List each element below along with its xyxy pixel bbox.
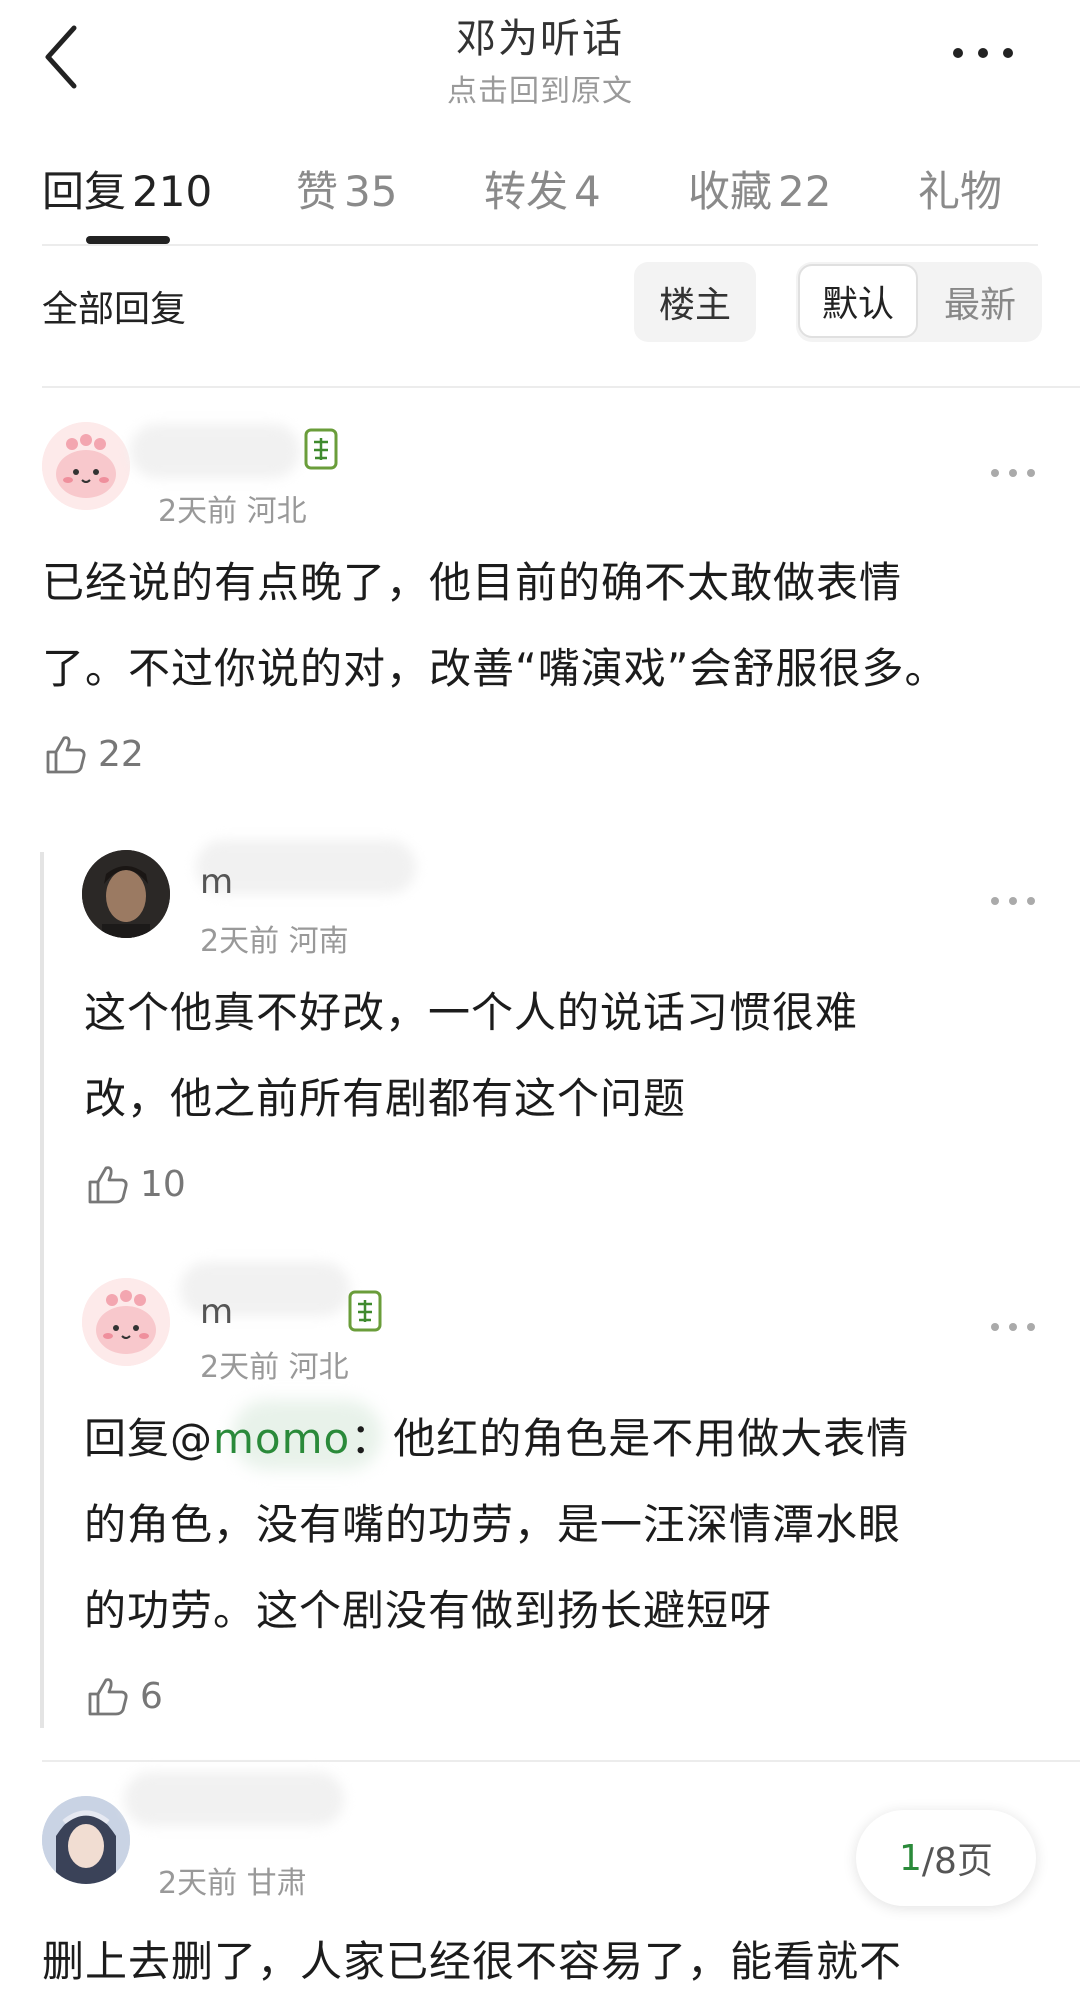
comment-meta: 2天前 河南 xyxy=(200,924,349,959)
page-indicator[interactable]: 1/8页 xyxy=(856,1810,1036,1906)
comment-more-icon[interactable] xyxy=(988,894,1038,908)
mahjong-fa-badge-icon xyxy=(304,428,338,470)
tab-reposts[interactable]: 转发 4 xyxy=(484,158,601,219)
comment-text: 回复@momo：他红的角色是不用做大表情 的角色，没有嘴的功劳，是一汪深情潭水眼… xyxy=(84,1414,910,1635)
comment-text: 删上去删了，人家已经很不容易了，能看就不 xyxy=(42,1937,903,1986)
portrait-avatar-icon xyxy=(82,850,170,938)
comment-more-icon[interactable] xyxy=(988,466,1038,480)
thumbs-up-icon xyxy=(88,1166,128,1204)
tab-gifts[interactable]: 礼物 xyxy=(918,158,1002,219)
active-tab-indicator xyxy=(86,236,170,244)
comment-meta: 2天前 河北 xyxy=(158,494,307,529)
avatar[interactable] xyxy=(82,850,170,938)
tab-replies[interactable]: 回复 210 xyxy=(42,158,212,219)
thumbs-up-icon xyxy=(88,1678,128,1716)
divider xyxy=(42,386,1080,388)
like-button[interactable]: 22 xyxy=(44,730,144,778)
avatar[interactable] xyxy=(82,1278,170,1366)
reply-thread-bar xyxy=(40,852,44,1728)
tab-bar: 回复 210 赞 35 转发 4 收藏 22 礼物 xyxy=(42,158,1038,222)
username-redacted[interactable] xyxy=(124,1772,344,1826)
username-fragment: m xyxy=(200,862,234,902)
like-button[interactable]: 6 xyxy=(86,1672,163,1720)
mahjong-fa-badge-icon xyxy=(348,1290,382,1332)
sort-latest-button[interactable]: 最新 xyxy=(918,262,1042,342)
owner-only-button[interactable]: 楼主 xyxy=(634,262,756,342)
avatar[interactable] xyxy=(42,1796,130,1884)
portrait-avatar-icon xyxy=(42,1796,130,1884)
all-replies-label: 全部回复 xyxy=(42,289,187,330)
back-to-post-link[interactable]: 点击回到原文 xyxy=(0,66,1080,110)
thumbs-up-icon xyxy=(46,736,86,774)
page-title[interactable]: 邓为听话 xyxy=(0,6,1080,64)
top-bar: 邓为听话 点击回到原文 xyxy=(0,0,1080,120)
username-fragment: m xyxy=(200,1292,234,1332)
avatar[interactable] xyxy=(42,422,130,510)
like-button[interactable]: 10 xyxy=(86,1160,186,1208)
comment-text: 这个他真不好改，一个人的说话习惯很难 改，他之前所有剧都有这个问题 xyxy=(84,988,859,1123)
tab-favorites[interactable]: 收藏 22 xyxy=(688,158,831,219)
comment-text: 已经说的有点晚了，他目前的确不太敢做表情 了。不过你说的对，改善“嘴演戏”会舒服… xyxy=(42,558,948,693)
sort-toggle: 默认 最新 xyxy=(796,262,1042,342)
comment-meta: 2天前 甘肃 xyxy=(158,1866,307,1901)
divider xyxy=(42,244,1038,246)
cartoon-avatar-icon xyxy=(82,1278,170,1366)
tab-likes[interactable]: 赞 35 xyxy=(296,158,397,219)
cartoon-avatar-icon xyxy=(42,422,130,510)
comment-more-icon[interactable] xyxy=(988,1320,1038,1334)
more-options-icon[interactable] xyxy=(948,38,1018,68)
mention-link[interactable]: momo xyxy=(213,1414,350,1463)
username-redacted[interactable] xyxy=(130,424,300,478)
sort-default-button[interactable]: 默认 xyxy=(798,264,918,338)
divider xyxy=(42,1760,1080,1762)
comment-meta: 2天前 河北 xyxy=(200,1350,349,1385)
